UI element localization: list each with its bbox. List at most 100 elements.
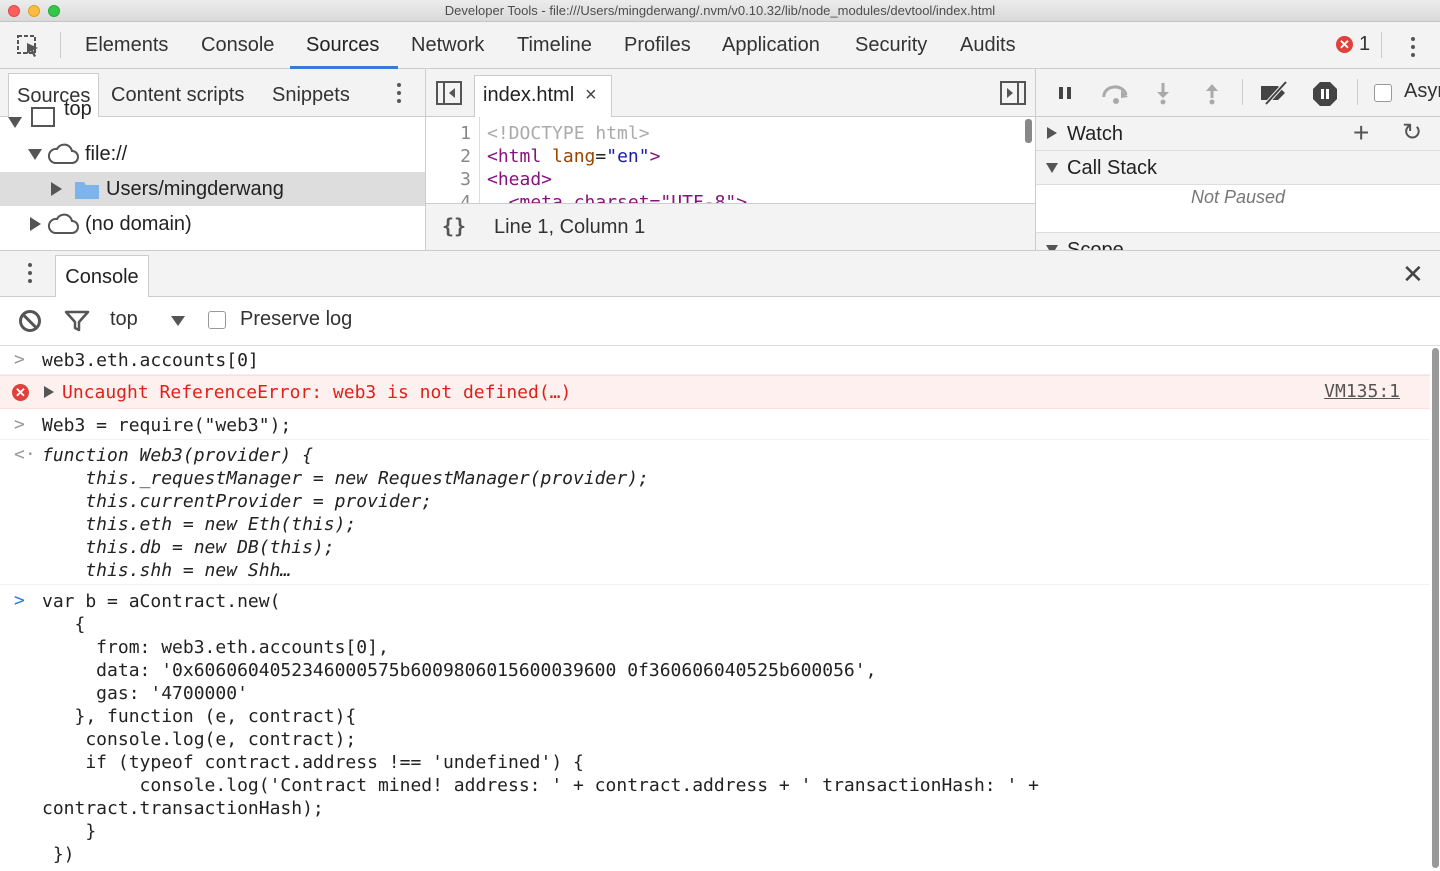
error-count[interactable]: 1 (1359, 33, 1370, 56)
toolbar-separator (1381, 32, 1382, 58)
expand-arrow-icon (1047, 127, 1057, 139)
code-line: <!DOCTYPE html> (487, 123, 650, 144)
pretty-print-button[interactable]: {} (442, 214, 466, 238)
step-into-icon[interactable] (1151, 81, 1175, 105)
result-arrow-icon: <· (14, 444, 36, 465)
preserve-log-checkbox[interactable] (208, 311, 226, 329)
toggle-navigator-icon[interactable] (436, 81, 462, 105)
async-checkbox[interactable] (1374, 84, 1392, 102)
line-gutter: 1 2 3 4 (426, 117, 480, 203)
customize-menu-icon[interactable] (1410, 37, 1416, 61)
console-result-line: this.db = new DB(this); (42, 537, 335, 558)
tab-profiles[interactable]: Profiles (624, 22, 691, 69)
window-titlebar: Developer Tools - file:///Users/mingderw… (0, 0, 1440, 22)
expand-arrow-icon[interactable] (28, 149, 42, 160)
clear-console-icon[interactable] (19, 310, 41, 332)
toolbar-separator (60, 32, 61, 58)
tree-item-label: top (64, 98, 92, 120)
context-selector[interactable]: top (110, 308, 138, 331)
step-out-icon[interactable] (1200, 81, 1224, 105)
console-prompt-line: gas: '4700000' (42, 683, 248, 704)
tab-console[interactable]: Console (201, 22, 274, 69)
console-prompt-line: from: web3.eth.accounts[0], (42, 637, 389, 658)
console-messages[interactable]: > web3.eth.accounts[0] ✕ Uncaught Refere… (0, 346, 1440, 871)
file-tab-label: index.html (483, 84, 575, 106)
editor-tabs: index.html × (426, 69, 1035, 117)
expand-arrow-icon[interactable] (30, 217, 41, 231)
console-prompt[interactable]: > var b = aContract.new( { from: web3.et… (0, 585, 1430, 871)
chevron-down-icon[interactable] (171, 316, 185, 326)
editor-status-bar: {} Line 1, Column 1 (426, 203, 1035, 250)
main-toolbar: Elements Console Sources Network Timelin… (0, 22, 1440, 69)
console-result-line: this.currentProvider = provider; (42, 491, 433, 512)
console-message-text: web3.eth.accounts[0] (42, 350, 259, 371)
console-prompt-line: }) (42, 844, 75, 865)
drawer-menu-icon[interactable] (27, 263, 33, 287)
console-prompt-line: data: '0x6060604052346000575b60098060156… (42, 660, 877, 681)
editor-scrollbar[interactable] (1025, 119, 1032, 143)
filter-icon[interactable] (64, 310, 90, 332)
code-token: "en" (606, 146, 650, 167)
source-link[interactable]: VM135:1 (1324, 381, 1400, 402)
input-chevron-icon: > (14, 349, 25, 370)
tree-item-top[interactable]: top (0, 98, 425, 138)
console-result-line: this._requestManager = new RequestManage… (42, 468, 649, 489)
deactivate-breakpoints-icon[interactable] (1258, 81, 1292, 105)
pause-icon[interactable] (1054, 81, 1078, 105)
console-prompt-line: } (42, 821, 97, 842)
drawer-tab-bar: Console ✕ (0, 250, 1440, 298)
debugger-toolbar: Async (1036, 69, 1440, 117)
console-result-line: this.shh = new Shh… (42, 560, 292, 581)
drawer-tab-console[interactable]: Console (55, 255, 149, 298)
inspect-element-icon[interactable] (16, 34, 42, 58)
code-line: <meta charset="UTF-8"> (487, 192, 748, 203)
tree-item-users-folder[interactable]: Users/mingderwang (0, 172, 425, 206)
console-scrollbar[interactable] (1432, 348, 1439, 868)
expand-arrow-icon[interactable] (44, 386, 54, 398)
file-tab-index-html[interactable]: index.html × (474, 75, 612, 117)
preserve-log-label[interactable]: Preserve log (240, 308, 352, 331)
frame-icon (31, 107, 55, 127)
expand-arrow-icon (1046, 163, 1058, 173)
watch-section-header[interactable]: Watch + ↻ (1036, 117, 1440, 151)
console-error-message: ✕ Uncaught ReferenceError: web3 is not d… (0, 375, 1430, 409)
tab-timeline[interactable]: Timeline (517, 22, 592, 69)
cursor-position: Line 1, Column 1 (494, 216, 646, 238)
tab-network[interactable]: Network (411, 22, 484, 69)
cloud-icon (47, 213, 79, 234)
tab-audits[interactable]: Audits (960, 22, 1016, 69)
console-prompt-line: contract.transactionHash); (42, 798, 324, 819)
line-number: 2 (460, 146, 471, 167)
console-prompt-line: { (42, 614, 86, 635)
section-label: Watch (1067, 123, 1123, 145)
toolbar-separator (1242, 79, 1243, 105)
console-input-message: > web3.eth.accounts[0] (0, 346, 1430, 375)
code-token: lang (552, 146, 596, 167)
code-editor[interactable]: 1 2 3 4 <!DOCTYPE html> <html lang="en">… (426, 117, 1035, 203)
expand-arrow-icon[interactable] (8, 117, 22, 128)
close-drawer-icon[interactable]: ✕ (1402, 259, 1424, 290)
error-icon[interactable]: ✕ (1336, 36, 1353, 53)
toggle-debugger-icon[interactable] (1000, 81, 1026, 105)
call-stack-status: Not Paused (1190, 187, 1286, 207)
tab-security[interactable]: Security (855, 22, 927, 69)
tree-item-file-scheme[interactable]: file:// (0, 137, 425, 171)
console-prompt-line: console.log('Contract mined! address: ' … (42, 775, 1039, 796)
toolbar-separator (1357, 79, 1358, 105)
scope-section-header[interactable]: Scope (1036, 232, 1440, 250)
expand-arrow-icon[interactable] (51, 182, 62, 196)
call-stack-section-header[interactable]: Call Stack (1036, 151, 1440, 185)
pause-on-exceptions-icon[interactable] (1312, 81, 1338, 107)
tab-elements[interactable]: Elements (85, 22, 168, 69)
line-number: 1 (460, 123, 471, 144)
close-tab-icon[interactable]: × (585, 84, 597, 107)
add-watch-icon[interactable]: + (1353, 116, 1369, 150)
tree-item-label: Users/mingderwang (106, 178, 284, 200)
navigator-pane: Sources Content scripts Snippets top fil… (0, 69, 426, 250)
tree-item-no-domain[interactable]: (no domain) (0, 207, 425, 241)
step-over-icon[interactable] (1100, 81, 1132, 105)
tab-sources[interactable]: Sources (306, 22, 379, 69)
refresh-icon[interactable]: ↻ (1402, 116, 1422, 150)
tab-application[interactable]: Application (722, 22, 820, 69)
tree-item-label: (no domain) (85, 213, 192, 235)
